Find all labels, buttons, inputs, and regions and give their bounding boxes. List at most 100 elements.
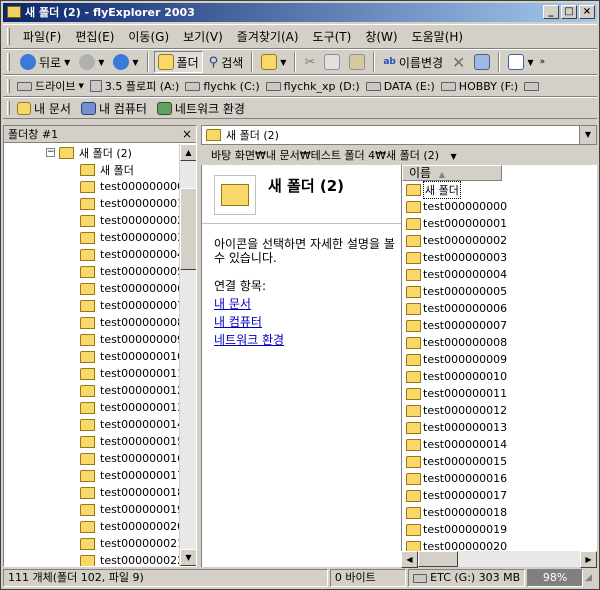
scroll-right-icon[interactable]: ▶ [580, 551, 597, 568]
grip-handle[interactable] [7, 28, 10, 45]
tree-item[interactable]: test000000017 [4, 467, 180, 484]
list-item[interactable]: test000000015 [402, 453, 597, 470]
address-bar[interactable]: 새 폴더 (2) ▼ [201, 125, 597, 145]
tree-item[interactable]: test000000018 [4, 484, 180, 501]
link-my-computer[interactable]: 내 컴퓨터 [214, 313, 284, 331]
tree-item[interactable]: test000000010 [4, 348, 180, 365]
chevron-down-icon[interactable]: ▼ [451, 152, 457, 161]
drive-more[interactable] [524, 81, 540, 91]
menu-go[interactable]: 이동(G) [122, 28, 175, 45]
tree-item[interactable]: test000000020 [4, 518, 180, 535]
copy-button[interactable] [321, 51, 343, 73]
chevron-down-icon[interactable]: ▼ [98, 58, 104, 67]
rename-button[interactable]: ab 이름변경 [380, 51, 446, 73]
link-my-documents[interactable]: 내 문서 [214, 295, 284, 313]
list-item[interactable]: test000000010 [402, 368, 597, 385]
list-hscrollbar[interactable]: ◀ ▶ [401, 551, 597, 568]
tree-item[interactable]: test000000008 [4, 314, 180, 331]
chevron-down-icon[interactable]: ▼ [132, 58, 138, 67]
properties-button[interactable] [471, 51, 493, 73]
menu-help[interactable]: 도움말(H) [406, 28, 470, 45]
list-item[interactable]: test000000013 [402, 419, 597, 436]
list-item[interactable]: 새 폴더 [402, 180, 597, 199]
tree-item[interactable]: test000000007 [4, 297, 180, 314]
list-item[interactable]: test000000002 [402, 232, 597, 249]
column-header-name[interactable]: 이름 ▲ [402, 165, 502, 181]
grip-handle[interactable] [7, 79, 10, 93]
drive-c[interactable]: flychk (C:) [185, 80, 260, 93]
list-item[interactable]: test000000001 [402, 215, 597, 232]
minimize-button[interactable]: _ [543, 5, 559, 19]
resize-grip-icon[interactable]: ◢ [585, 569, 597, 588]
tree-item[interactable]: test000000006 [4, 280, 180, 297]
tree-item[interactable]: test000000002 [4, 212, 180, 229]
tree-item[interactable]: 새 폴더 [4, 161, 180, 178]
back-button[interactable]: 뒤로 ▼ [17, 51, 73, 73]
menu-edit[interactable]: 편집(E) [69, 28, 120, 45]
list-item[interactable]: test000000018 [402, 504, 597, 521]
address-input[interactable]: 새 폴더 (2) [226, 127, 279, 143]
folders-button[interactable]: 폴더 [153, 51, 203, 73]
tree-item[interactable]: test000000003 [4, 229, 180, 246]
list-item[interactable]: test000000012 [402, 402, 597, 419]
list-item[interactable]: test000000009 [402, 351, 597, 368]
link-network[interactable]: 네트워크 환경 [214, 331, 284, 349]
delete-button[interactable]: ✕ [449, 51, 468, 73]
views-button[interactable]: ▼ [505, 51, 536, 73]
list-item[interactable]: test000000014 [402, 436, 597, 453]
list-item[interactable]: test000000003 [402, 249, 597, 266]
close-icon[interactable]: × [182, 126, 192, 143]
forward-button[interactable]: ▼ [76, 51, 107, 73]
tree-item[interactable]: test000000005 [4, 263, 180, 280]
menu-file[interactable]: 파일(F) [17, 28, 67, 45]
up-button[interactable]: ▼ [110, 51, 141, 73]
drive-d[interactable]: flychk_xp (D:) [265, 80, 360, 93]
scroll-thumb[interactable] [418, 551, 458, 567]
tree-item[interactable]: test000000019 [4, 501, 180, 518]
list-item[interactable]: test000000011 [402, 385, 597, 402]
tree-item[interactable]: test000000012 [4, 382, 180, 399]
list-item[interactable]: test000000017 [402, 487, 597, 504]
drive-a[interactable]: 3.5 플로피 (A:) [89, 78, 179, 94]
tree-item[interactable]: test000000022 [4, 552, 180, 566]
list-item[interactable]: test000000006 [402, 300, 597, 317]
place-network[interactable]: 네트워크 환경 [156, 100, 245, 117]
chevron-down-icon[interactable]: ▼ [280, 58, 286, 67]
scroll-thumb[interactable] [180, 188, 196, 270]
breadcrumb[interactable]: 바탕 화면₩내 문서₩테스트 폴더 4₩새 폴더 (2) ▼ [201, 147, 597, 164]
tree-item[interactable]: test000000014 [4, 416, 180, 433]
title-bar[interactable]: 새 폴더 (2) - flyExplorer 2003 _ □ × [3, 3, 597, 22]
place-my-documents[interactable]: 내 문서 [17, 100, 71, 117]
tree-item[interactable]: test000000011 [4, 365, 180, 382]
place-my-computer[interactable]: 내 컴퓨터 [80, 100, 147, 117]
maximize-button[interactable]: □ [561, 5, 577, 19]
grip-handle[interactable] [7, 101, 10, 115]
tree-root[interactable]: − 새 폴더 (2) [4, 144, 180, 161]
scroll-down-icon[interactable]: ▼ [180, 549, 196, 566]
scroll-left-icon[interactable]: ◀ [401, 551, 418, 568]
drives-menu[interactable]: 드라이브 ▼ [17, 78, 84, 94]
list-item[interactable]: test000000005 [402, 283, 597, 300]
tree-item[interactable]: test000000013 [4, 399, 180, 416]
list-item[interactable]: test000000000 [402, 198, 597, 215]
tree-item[interactable]: test000000016 [4, 450, 180, 467]
drive-f[interactable]: HOBBY (F:) [440, 80, 518, 93]
chevron-down-icon[interactable]: ▼ [579, 126, 596, 144]
toolbar-overflow-icon[interactable]: » [540, 57, 546, 67]
cut-button[interactable]: ✂ [301, 51, 318, 73]
menu-tools[interactable]: 도구(T) [307, 28, 358, 45]
tree-item[interactable]: test000000004 [4, 246, 180, 263]
tree-item[interactable]: test000000015 [4, 433, 180, 450]
tree-item[interactable]: test000000001 [4, 195, 180, 212]
list-item[interactable]: test000000004 [402, 266, 597, 283]
paste-button[interactable] [346, 51, 368, 73]
scroll-up-icon[interactable]: ▲ [180, 144, 196, 161]
chevron-down-icon[interactable]: ▼ [527, 58, 533, 67]
list-item[interactable]: test000000007 [402, 317, 597, 334]
list-item[interactable]: test000000019 [402, 521, 597, 538]
list-item[interactable]: test000000016 [402, 470, 597, 487]
tree-item[interactable]: test000000000 [4, 178, 180, 195]
history-button[interactable]: ▼ [258, 51, 289, 73]
collapse-icon[interactable]: − [46, 148, 55, 157]
menu-window[interactable]: 창(W) [359, 28, 403, 45]
